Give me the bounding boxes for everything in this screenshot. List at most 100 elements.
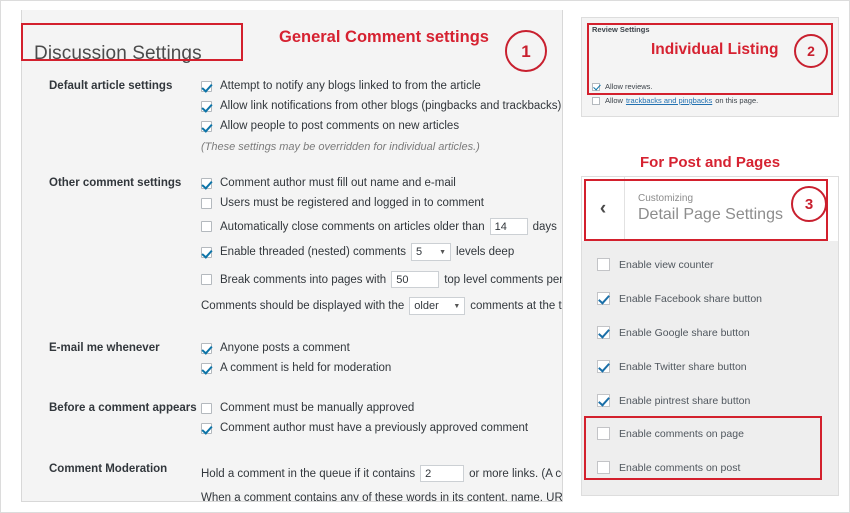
- comments-per-page-suffix: top level comments per page and the: [444, 273, 563, 286]
- checkbox-manually-approved[interactable]: [201, 402, 212, 414]
- chevron-down-icon: ▼: [439, 248, 447, 256]
- review-settings-panel: Review Settings Allow reviews. Allow tra…: [581, 17, 839, 117]
- moderation-words-label: When a comment contains any of these wor…: [201, 492, 563, 502]
- discussion-settings-content: Discussion Settings Default article sett…: [22, 10, 563, 502]
- option-allow-reviews[interactable]: Allow reviews.: [592, 82, 653, 91]
- checkbox-enable-twitter-share[interactable]: [597, 360, 610, 373]
- checkbox-users-registered[interactable]: [201, 197, 212, 209]
- moderation-links-input[interactable]: 2: [420, 465, 465, 482]
- section-label-other-comment-settings: Other comment settings: [49, 177, 182, 189]
- checkbox-allow-reviews[interactable]: [592, 82, 600, 91]
- checkbox-enable-pintrest-share[interactable]: [597, 394, 610, 407]
- chevron-down-icon: ▼: [453, 302, 461, 310]
- option-allow-people-post-comments[interactable]: Allow people to post comments on new art…: [201, 120, 459, 132]
- option-label-prefix: Allow: [605, 96, 623, 105]
- customizer-subtitle: Customizing: [638, 193, 694, 204]
- option-label: Allow reviews.: [605, 82, 653, 91]
- option-label: Allow link notifications from other blog…: [220, 100, 562, 112]
- checkbox-enable-google-share[interactable]: [597, 326, 610, 339]
- option-label-suffix: on this page.: [715, 96, 759, 105]
- option-label: Attempt to notify any blogs linked to fr…: [220, 80, 481, 92]
- option-users-registered[interactable]: Users must be registered and logged in t…: [201, 197, 484, 209]
- marker-2: 2: [794, 34, 828, 68]
- option-notify-blogs[interactable]: Attempt to notify any blogs linked to fr…: [201, 80, 481, 92]
- checkbox-enable-facebook-share[interactable]: [597, 292, 610, 305]
- default-article-settings-note: (These settings may be overridden for in…: [201, 141, 480, 153]
- option-label: Enable Facebook share button: [619, 292, 763, 305]
- link-trackbacks-and-pingbacks[interactable]: trackbacks and pingbacks: [626, 96, 712, 105]
- checkbox-anyone-posts-comment[interactable]: [201, 342, 212, 354]
- moderation-links-suffix: or more links. (A common char: [469, 467, 562, 480]
- moderation-links-row[interactable]: Hold a comment in the queue if it contai…: [201, 465, 562, 482]
- option-label: A comment is held for moderation: [220, 362, 392, 374]
- option-label: Anyone posts a comment: [220, 342, 350, 354]
- checkbox-break-comments-pages[interactable]: [201, 274, 212, 285]
- option-label: Enable comments on post: [619, 461, 741, 474]
- option-enable-view-counter[interactable]: Enable view counter: [597, 258, 714, 271]
- option-label: Enable Twitter share button: [619, 360, 747, 373]
- checkbox-enable-view-counter[interactable]: [597, 258, 610, 271]
- annotation-for-post-and-pages: For Post and Pages: [640, 154, 781, 171]
- option-label: Break comments into pages with: [220, 273, 387, 286]
- option-label: Enable pintrest share button: [619, 394, 751, 407]
- option-label: Automatically close comments on articles…: [220, 220, 485, 233]
- comments-display-order-suffix: comments at the top of each pa: [470, 300, 562, 312]
- comments-order-select[interactable]: older ▼: [409, 297, 466, 315]
- checkbox-allow-people-post-comments[interactable]: [201, 120, 212, 132]
- option-anyone-posts-comment[interactable]: Anyone posts a comment: [201, 342, 350, 354]
- checkbox-enable-comments-on-post[interactable]: [597, 461, 610, 474]
- option-label: Enable comments on page: [619, 427, 744, 440]
- option-label: Allow people to post comments on new art…: [220, 120, 460, 132]
- checkbox-allow-link-notifications[interactable]: [201, 100, 212, 112]
- comments-per-page-input[interactable]: 50: [391, 271, 440, 288]
- option-allow-link-notifications[interactable]: Allow link notifications from other blog…: [201, 100, 562, 112]
- checkbox-threaded-comments[interactable]: [201, 246, 212, 258]
- moderation-links-prefix: Hold a comment in the queue if it contai…: [201, 467, 416, 480]
- option-threaded-comments[interactable]: Enable threaded (nested) comments 5 ▼ le…: [201, 243, 514, 261]
- option-comment-held-moderation[interactable]: A comment is held for moderation: [201, 362, 391, 374]
- section-label-comment-moderation: Comment Moderation: [49, 463, 168, 475]
- screenshot-root: Discussion Settings Default article sett…: [1, 1, 849, 512]
- option-label: Enable view counter: [619, 258, 714, 271]
- option-label: Enable Google share button: [619, 326, 750, 339]
- annotation-general-comment-settings: General Comment settings: [279, 28, 489, 46]
- section-label-before-comment-appears: Before a comment appears: [49, 402, 197, 414]
- checkbox-auto-close-comments[interactable]: [201, 221, 212, 232]
- chevron-left-icon[interactable]: ‹: [582, 177, 625, 241]
- option-label: Enable threaded (nested) comments: [220, 246, 407, 258]
- review-settings-title: Review Settings: [592, 25, 650, 34]
- auto-close-days-input[interactable]: 14: [489, 218, 528, 235]
- auto-close-days-suffix: days: [532, 220, 557, 233]
- comments-display-order-prefix: Comments should be displayed with the: [201, 300, 405, 312]
- option-enable-pintrest-share[interactable]: Enable pintrest share button: [597, 394, 750, 407]
- option-break-comments-pages[interactable]: Break comments into pages with 50 top le…: [201, 271, 563, 288]
- checkbox-comment-held-moderation[interactable]: [201, 362, 212, 374]
- checkbox-comment-author-name-email[interactable]: [201, 177, 212, 189]
- comments-order-value: older: [414, 300, 439, 312]
- option-enable-comments-on-page[interactable]: Enable comments on page: [597, 427, 744, 440]
- checkbox-allow-trackbacks-pingbacks[interactable]: [592, 96, 600, 105]
- option-allow-trackbacks-pingbacks[interactable]: Allow trackbacks and pingbacks on this p…: [592, 96, 758, 105]
- marker-1: 1: [505, 30, 547, 72]
- annotation-individual-listing: Individual Listing: [651, 41, 779, 58]
- checkbox-notify-blogs[interactable]: [201, 80, 212, 92]
- option-previously-approved[interactable]: Comment author must have a previously ap…: [201, 422, 528, 434]
- option-manually-approved[interactable]: Comment must be manually approved: [201, 402, 414, 414]
- option-label: Comment must be manually approved: [220, 402, 415, 414]
- checkbox-previously-approved[interactable]: [201, 422, 212, 434]
- threaded-levels-select[interactable]: 5 ▼: [411, 243, 452, 261]
- customizer-panel: ‹ Customizing Detail Page Settings Enabl…: [581, 176, 839, 496]
- option-label: Comment author must fill out name and e-…: [220, 177, 456, 189]
- option-auto-close-comments[interactable]: Automatically close comments on articles…: [201, 218, 557, 235]
- option-enable-facebook-share[interactable]: Enable Facebook share button: [597, 292, 762, 305]
- option-enable-comments-on-post[interactable]: Enable comments on post: [597, 461, 740, 474]
- marker-3: 3: [791, 186, 827, 222]
- option-enable-twitter-share[interactable]: Enable Twitter share button: [597, 360, 747, 373]
- customizer-title: Detail Page Settings: [638, 206, 783, 223]
- option-label: Users must be registered and logged in t…: [220, 197, 484, 209]
- option-enable-google-share[interactable]: Enable Google share button: [597, 326, 750, 339]
- threaded-levels-value: 5: [416, 246, 423, 258]
- checkbox-enable-comments-on-page[interactable]: [597, 427, 610, 440]
- comments-display-order-row[interactable]: Comments should be displayed with the ol…: [201, 297, 562, 315]
- option-comment-author-name-email[interactable]: Comment author must fill out name and e-…: [201, 177, 456, 189]
